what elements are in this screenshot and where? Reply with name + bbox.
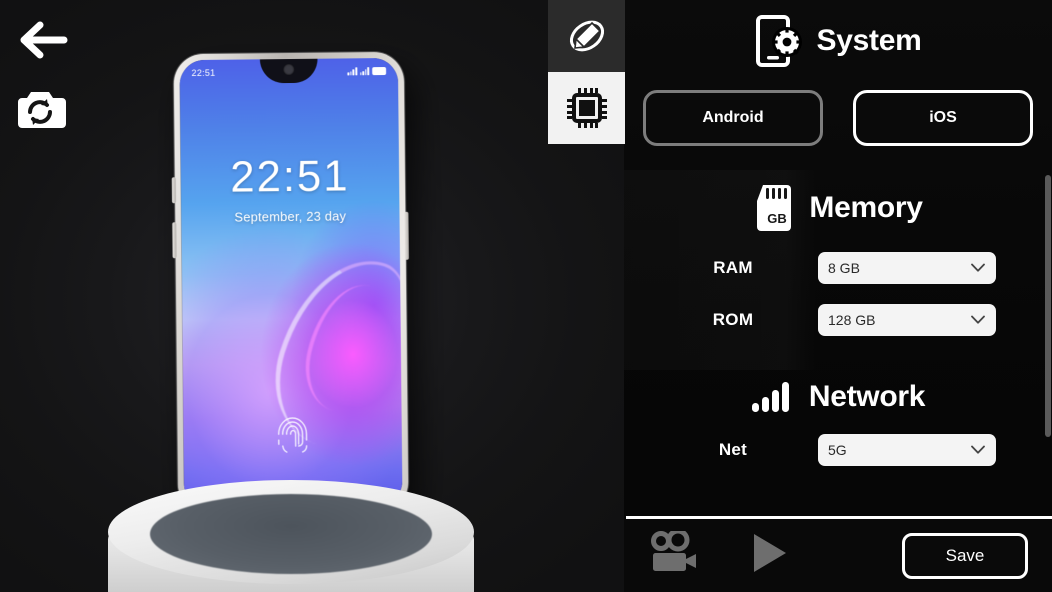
switch-camera-icon xyxy=(18,92,66,128)
chevron-down-icon xyxy=(971,315,985,324)
fingerprint-icon xyxy=(277,417,308,453)
phone-preview-viewport[interactable]: 22:51 22:51 September, 23 day xyxy=(0,0,624,592)
memory-title: Memory xyxy=(809,191,923,224)
lockscreen-time: 22:51 xyxy=(230,151,350,202)
play-preview-button[interactable] xyxy=(748,531,790,580)
save-button-label: Save xyxy=(945,546,985,565)
phone-power-button xyxy=(404,211,409,260)
status-bar-time: 22:51 xyxy=(191,67,216,79)
phone-screen: 22:51 22:51 September, 23 day xyxy=(179,57,403,509)
os-selector-group: Android iOS xyxy=(624,90,1052,146)
ram-dropdown[interactable]: 8 GB xyxy=(818,252,996,284)
panel-scrollbar-thumb[interactable] xyxy=(1045,175,1051,437)
lockscreen-clock: 22:51 September, 23 day xyxy=(180,151,399,225)
rom-label: ROM xyxy=(712,310,754,329)
memory-section-header: GB Memory xyxy=(624,184,1052,232)
settings-panel: System Android iOS GB Memory RAM 8 GB RO… xyxy=(624,0,1052,592)
switch-camera-button[interactable] xyxy=(14,82,66,132)
status-signal-icon-2 xyxy=(359,67,370,76)
settings-scroll-area[interactable]: System Android iOS GB Memory RAM 8 GB RO… xyxy=(624,0,1052,517)
phone-status-bar: 22:51 xyxy=(180,62,399,82)
os-option-android[interactable]: Android xyxy=(643,90,823,146)
cpu-chip-icon xyxy=(566,88,607,128)
phone-gear-icon xyxy=(755,15,802,67)
save-button[interactable]: Save xyxy=(902,533,1028,579)
os-option-ios-label: iOS xyxy=(929,109,957,126)
net-dropdown[interactable]: 5G xyxy=(818,434,996,466)
phone-side-button xyxy=(171,177,177,204)
back-arrow-icon xyxy=(20,21,68,59)
field-row-rom: ROM 128 GB xyxy=(624,304,1052,336)
pencil-orbit-icon xyxy=(569,20,604,52)
rom-value: 128 GB xyxy=(828,312,876,328)
bottom-toolbar: Save xyxy=(624,519,1052,592)
app-root: 22:51 22:51 September, 23 day System And… xyxy=(0,0,1052,592)
ram-label: RAM xyxy=(713,258,753,277)
chevron-down-icon xyxy=(971,445,985,454)
ram-value: 8 GB xyxy=(828,260,860,276)
tab-design[interactable] xyxy=(548,0,625,72)
status-battery-icon xyxy=(372,66,387,76)
tab-hardware[interactable] xyxy=(548,72,625,144)
net-value: 5G xyxy=(828,442,847,458)
network-title: Network xyxy=(808,380,926,413)
lockscreen-date: September, 23 day xyxy=(234,208,347,225)
sd-card-icon-text: GB xyxy=(768,211,788,226)
network-section-header: Network xyxy=(624,380,1052,414)
chevron-down-icon xyxy=(971,263,985,272)
phone-3d-model[interactable]: 22:51 22:51 September, 23 day xyxy=(171,51,409,515)
rom-dropdown[interactable]: 128 GB xyxy=(818,304,996,336)
phone-side-button xyxy=(172,222,177,259)
signal-bars-icon xyxy=(751,382,789,412)
status-signal-icon xyxy=(347,67,357,76)
system-section-header: System xyxy=(624,14,1052,68)
os-option-ios[interactable]: iOS xyxy=(853,90,1033,146)
movie-camera-icon xyxy=(651,528,696,571)
field-row-net: Net 5G xyxy=(624,434,1052,466)
record-video-button[interactable] xyxy=(648,528,704,580)
phone-wallpaper xyxy=(179,57,403,509)
field-row-ram: RAM 8 GB xyxy=(624,252,1052,284)
net-label: Net xyxy=(718,440,748,459)
panel-scrollbar-track[interactable] xyxy=(1044,0,1052,517)
os-option-android-label: Android xyxy=(702,109,764,126)
phone-pedestal xyxy=(96,480,486,592)
system-title: System xyxy=(816,24,922,57)
tool-tab-rail xyxy=(548,0,625,144)
back-button[interactable] xyxy=(14,14,70,66)
play-icon xyxy=(754,534,786,572)
sd-card-icon: GB xyxy=(757,185,792,231)
